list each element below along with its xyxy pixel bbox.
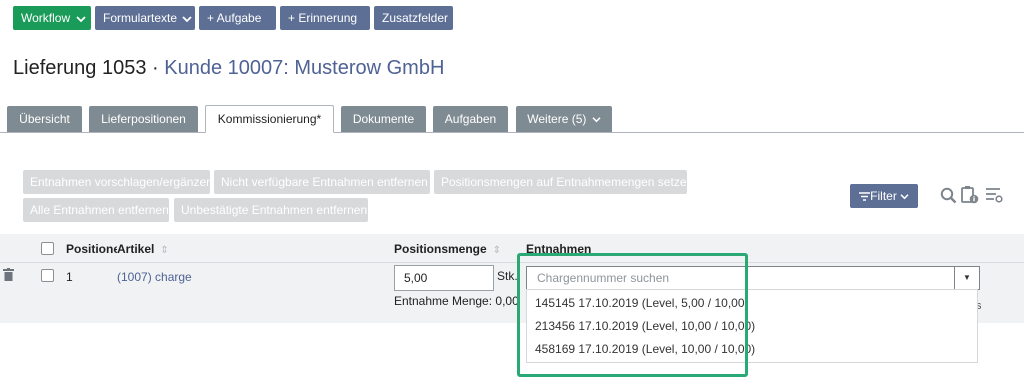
row-checkbox[interactable] — [41, 269, 54, 282]
remove-unavailable-label: Nicht verfügbare Entnahmen entfernen — [221, 175, 428, 189]
trash-icon[interactable] — [3, 268, 14, 281]
tabs-divider — [0, 132, 1024, 133]
charge-option[interactable]: 213456 17.10.2019 (Level, 10,00 / 10,00) — [535, 319, 755, 333]
remove-all-label: Alle Entnahmen entfernen — [30, 203, 169, 217]
header-artikel-label: Artikel — [117, 242, 155, 256]
add-aufgabe-button[interactable]: + Aufgabe — [199, 6, 276, 30]
vorschlagen-label: Entnahmen vorschlagen/ergänzen — [30, 175, 213, 189]
header-position-label: Positione — [66, 242, 121, 256]
header-entnahmen-label: Entnahmen — [526, 242, 592, 256]
tab-kommissionierung[interactable]: Kommissionierung* — [205, 105, 334, 133]
page-title: Lieferung 1053 · Kunde 10007: Musterow G… — [13, 57, 444, 80]
search-icon[interactable] — [940, 187, 957, 204]
vorschlagen-button[interactable]: Entnahmen vorschlagen/ergänzen — [23, 170, 213, 194]
entnahme-menge: Entnahme Menge: 0,00 — [394, 294, 519, 308]
add-aufgabe-label: + Aufgabe — [207, 11, 262, 25]
add-erinnerung-button[interactable]: + Erinnerung — [280, 6, 370, 30]
sort-icon: ⇕ — [492, 245, 502, 256]
add-erinnerung-label: + Erinnerung — [288, 11, 358, 25]
remove-unavailable-button[interactable]: Nicht verfügbare Entnahmen entfernen — [214, 170, 430, 194]
clipboard-info-icon[interactable] — [961, 185, 979, 204]
header-positionsmenge-label: Positionsmenge — [394, 242, 487, 256]
header-entnahmen: Entnahmen — [526, 242, 591, 256]
caret-down-icon: ▼ — [963, 273, 971, 282]
chevron-down-icon — [900, 194, 909, 200]
charge-search-input[interactable]: Chargennummer suchen ▼ — [526, 266, 980, 290]
tab-lieferpositionen[interactable]: Lieferpositionen — [89, 106, 198, 132]
row-position: 1 — [66, 270, 73, 284]
positionsmenge-input[interactable]: 5,00 — [394, 265, 494, 291]
remove-unconfirmed-label: Unbestätigte Entnahmen entfernen — [181, 203, 368, 217]
tab-aufgaben[interactable]: Aufgaben — [433, 106, 508, 132]
filter-icon — [859, 192, 871, 202]
tab-dokumente[interactable]: Dokumente — [341, 106, 426, 132]
filter-button[interactable]: Filter — [850, 184, 918, 208]
workflow-label: Workflow — [21, 11, 71, 25]
tab-lieferpositionen-label: Lieferpositionen — [101, 112, 186, 126]
title-separator: · — [146, 57, 165, 79]
zusatzfelder-label: Zusatzfelder — [382, 11, 449, 25]
charge-option[interactable]: 145145 17.10.2019 (Level, 5,00 / 10,00) — [535, 296, 749, 310]
set-positionsmengen-button[interactable]: Positionsmengen auf Entnahmemengen setze… — [434, 170, 693, 194]
customer-link[interactable]: Kunde 10007: Musterow GmbH — [164, 57, 444, 79]
unit-label: Stk. — [497, 269, 518, 283]
header-artikel[interactable]: Artikel ⇕ — [117, 242, 173, 256]
header-position[interactable]: Positione — [66, 242, 120, 256]
filter-label: Filter — [870, 189, 897, 203]
formulartexte-label: Formulartexte — [103, 11, 178, 25]
remove-unconfirmed-button[interactable]: Unbestätigte Entnahmen entfernen — [174, 198, 368, 222]
tab-ubersicht[interactable]: Übersicht — [7, 106, 82, 132]
formulartexte-button[interactable]: Formulartexte — [95, 6, 195, 30]
dropdown-toggle[interactable]: ▼ — [954, 267, 979, 289]
tab-weitere-label: Weitere (5) — [527, 112, 587, 126]
charge-dropdown-list: 145145 17.10.2019 (Level, 5,00 / 10,00) … — [526, 289, 978, 363]
charge-option[interactable]: 458169 17.10.2019 (Level, 10,00 / 10,00) — [535, 342, 755, 356]
remove-all-button[interactable]: Alle Entnahmen entfernen — [23, 198, 169, 222]
tab-weitere[interactable]: Weitere (5) — [516, 106, 612, 132]
tab-dokumente-label: Dokumente — [352, 112, 415, 126]
zusatzfelder-button[interactable]: Zusatzfelder — [374, 6, 453, 30]
column-settings-icon[interactable] — [985, 187, 1003, 203]
chevron-down-icon — [592, 117, 601, 123]
workflow-button[interactable]: Workflow — [13, 6, 91, 30]
tab-aufgaben-label: Aufgaben — [444, 112, 497, 126]
set-positionsmengen-label: Positionsmengen auf Entnahmemengen setze… — [441, 175, 694, 189]
chevron-down-icon — [76, 16, 87, 23]
tab-kommissionierung-label: Kommissionierung* — [217, 112, 322, 126]
header-positionsmenge[interactable]: Positionsmenge ⇕ — [394, 242, 501, 256]
select-all-checkbox[interactable] — [41, 242, 54, 255]
chevron-down-icon — [182, 16, 193, 23]
sort-icon: ⇕ — [160, 245, 169, 256]
row-artikel-link[interactable]: (1007) charge — [117, 270, 192, 284]
charge-search-placeholder: Chargennummer suchen — [537, 271, 670, 285]
delivery-title: Lieferung 1053 — [13, 57, 147, 79]
tab-ubersicht-label: Übersicht — [19, 112, 70, 126]
